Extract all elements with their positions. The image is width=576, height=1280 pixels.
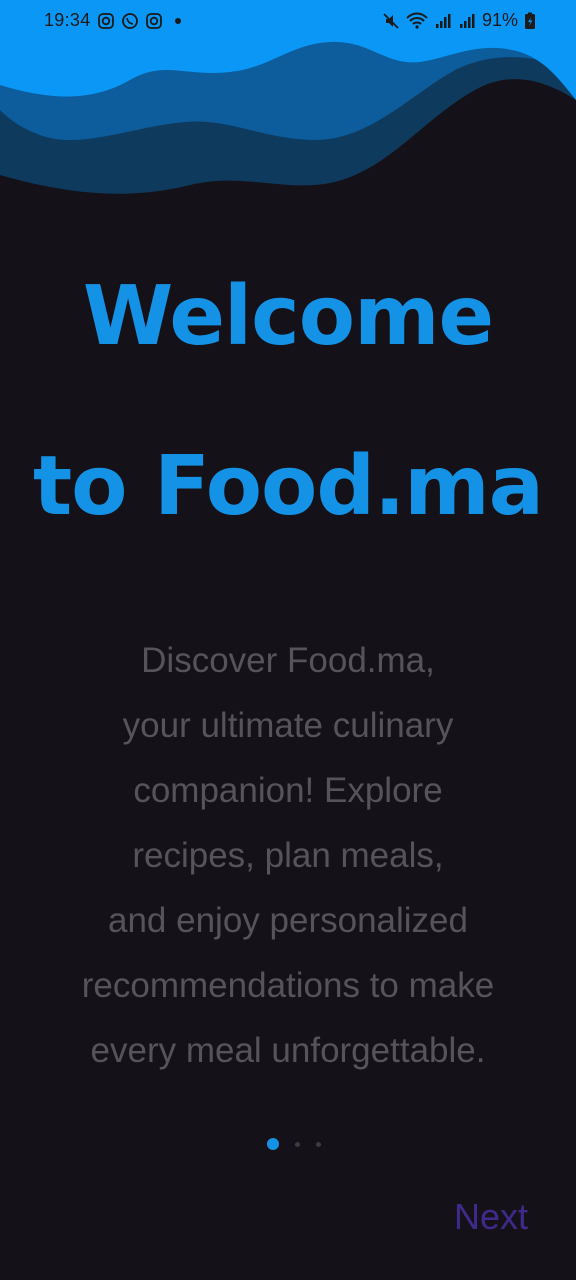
page-indicator (0, 1138, 576, 1150)
status-time: 19:34 (44, 10, 91, 30)
status-right: 91% (382, 10, 536, 31)
page-dot-active[interactable] (267, 1138, 279, 1150)
instagram-icon (97, 12, 114, 29)
mute-icon (383, 12, 399, 29)
notification-dot-icon (174, 17, 181, 24)
page-dot[interactable] (295, 1141, 300, 1147)
next-button[interactable]: Next (454, 1196, 528, 1238)
welcome-title-app-name: to Food.ma (32, 439, 544, 534)
page-dot[interactable] (316, 1141, 321, 1147)
battery-charging-icon (525, 12, 535, 29)
welcome-description: Discover Food.ma, your ultimate culinary… (81, 641, 495, 1070)
wifi-icon (406, 12, 428, 29)
signal-icon (435, 13, 451, 28)
instagram-icon (145, 12, 162, 29)
status-left: 19:34 (44, 10, 181, 31)
welcome-title: Welcome (82, 269, 494, 364)
signal-icon (459, 13, 475, 28)
whatsapp-icon (121, 12, 138, 29)
status-bar: 19:34 91% (0, 0, 576, 40)
battery-level: 91% (481, 10, 518, 30)
